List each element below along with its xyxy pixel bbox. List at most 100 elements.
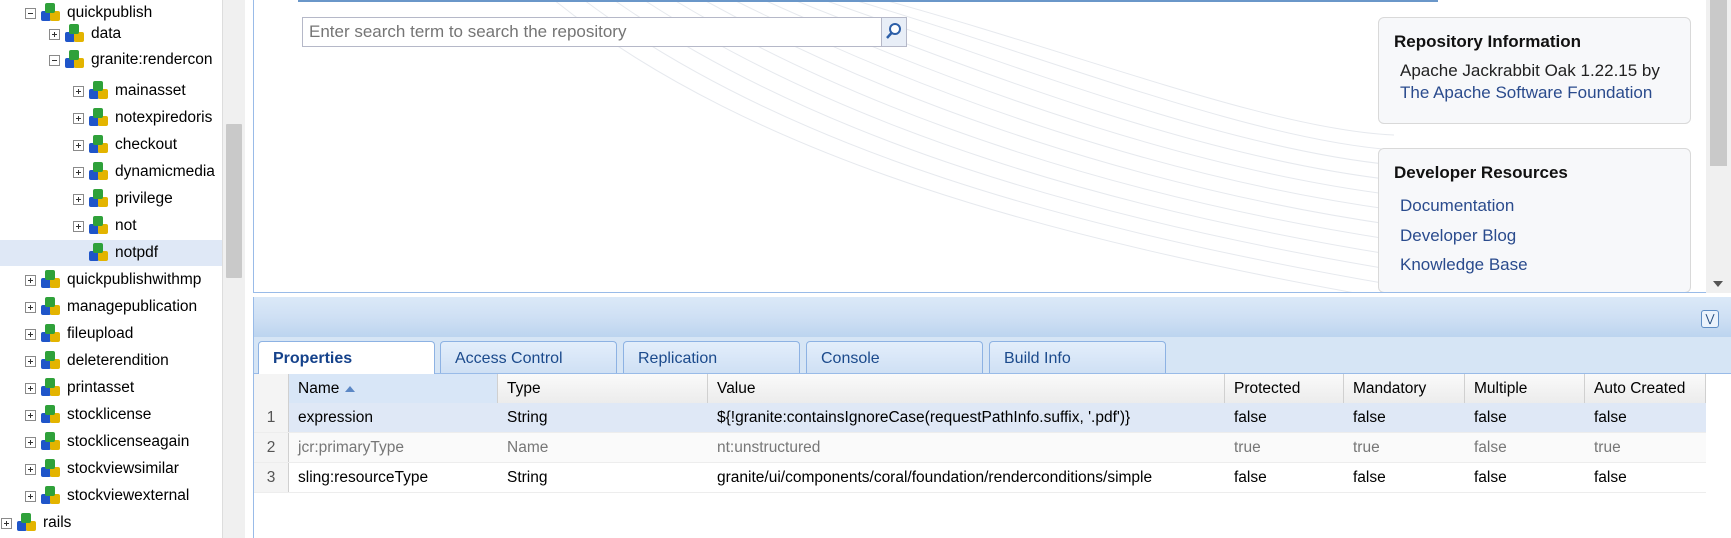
tree-scrollbar[interactable] [222, 0, 245, 538]
expand-toggle-icon[interactable] [73, 220, 84, 232]
tree-node-notpdf[interactable]: notpdf [0, 240, 222, 266]
property-name[interactable]: jcr:primaryType [289, 433, 498, 462]
tree-node-managepublication[interactable]: managepublication [25, 294, 197, 320]
tree-node-label: mainasset [115, 82, 186, 99]
tab-build-info[interactable]: Build Info [989, 341, 1166, 373]
property-mandatory: false [1353, 469, 1386, 486]
expand-toggle-icon[interactable] [73, 166, 84, 178]
tab-properties[interactable]: Properties [258, 341, 435, 375]
tab-label: Replication [638, 350, 718, 367]
expand-toggle-icon[interactable] [25, 328, 36, 340]
node-icon [63, 23, 87, 45]
tree-node-stockviewsimilar[interactable]: stockviewsimilar [25, 456, 179, 482]
panel-header: ⋁ [254, 297, 1731, 338]
property-auto-created: false [1594, 469, 1627, 486]
tree-node-notexpiredoris[interactable]: notexpiredoris [73, 105, 212, 131]
property-protected: true [1234, 439, 1261, 456]
tree-node-printasset[interactable]: printasset [25, 375, 134, 401]
node-icon [15, 512, 39, 534]
tree-node-privilege[interactable]: privilege [73, 186, 173, 212]
property-name[interactable]: sling:resourceType [289, 463, 498, 492]
tree-node-mainasset[interactable]: mainasset [73, 78, 186, 104]
tree-node-quickpublishwithmp[interactable]: quickpublishwithmp [25, 267, 201, 293]
column-header-name[interactable]: Name [289, 374, 498, 403]
collapse-toggle-icon[interactable] [49, 54, 60, 66]
expand-toggle-icon[interactable] [25, 355, 36, 367]
table-row[interactable]: 3 sling:resourceType String granite/ui/c… [254, 463, 1706, 493]
tree-node-fileupload[interactable]: fileupload [25, 321, 133, 347]
expand-toggle-icon[interactable] [25, 490, 36, 502]
tree-node-stocklicenseagain[interactable]: stocklicenseagain [25, 429, 189, 455]
property-value[interactable]: ${!granite:containsIgnoreCase(requestPat… [708, 403, 1225, 432]
expand-toggle-icon[interactable] [49, 28, 60, 40]
tree-node-stocklicense[interactable]: stocklicense [25, 402, 151, 428]
table-row[interactable]: 2 jcr:primaryType Name nt:unstructured t… [254, 433, 1706, 463]
column-header-multiple[interactable]: Multiple [1465, 374, 1585, 403]
developer-blog-link[interactable]: Developer Blog [1394, 221, 1675, 251]
node-icon [39, 431, 63, 453]
property-type[interactable]: Name [498, 433, 708, 462]
expand-toggle-icon[interactable] [25, 382, 36, 394]
expand-toggle-icon[interactable] [73, 139, 84, 151]
tab-access-control[interactable]: Access Control [440, 341, 617, 373]
tree-node-deleterendition[interactable]: deleterendition [25, 348, 169, 374]
property-name[interactable]: expression [289, 403, 498, 432]
property-value[interactable]: granite/ui/components/coral/foundation/r… [708, 463, 1225, 492]
tree-node-dynamicmedia[interactable]: dynamicmedia [73, 159, 215, 185]
collapse-panel-icon[interactable]: ⋁ [1701, 310, 1719, 328]
knowledge-base-link[interactable]: Knowledge Base [1394, 250, 1675, 280]
tree-node-label: stocklicenseagain [67, 433, 190, 450]
tab-replication[interactable]: Replication [623, 341, 800, 373]
expand-toggle-icon[interactable] [25, 463, 36, 475]
node-icon [39, 296, 63, 318]
grid-header-row: Name Type Value Protected Mandatory Mult… [254, 374, 1706, 404]
expand-toggle-icon[interactable] [73, 85, 84, 97]
property-mandatory: true [1353, 439, 1380, 456]
expand-toggle-icon[interactable] [25, 409, 36, 421]
scrollbar-thumb[interactable] [1710, 0, 1727, 166]
expand-toggle-icon[interactable] [25, 301, 36, 313]
sort-ascending-icon [345, 385, 356, 392]
tree-node-label: fileupload [67, 325, 134, 342]
repository-search-input[interactable] [302, 17, 882, 47]
expand-toggle-icon[interactable] [73, 112, 84, 124]
tree-node-stockviewexternal[interactable]: stockviewexternal [25, 483, 189, 509]
documentation-link[interactable]: Documentation [1394, 191, 1675, 221]
developer-resources-title: Developer Resources [1394, 163, 1568, 182]
expand-toggle-icon[interactable] [73, 193, 84, 205]
node-icon [87, 80, 111, 102]
collapse-toggle-icon[interactable] [25, 7, 36, 19]
tree-node-label: checkout [115, 136, 178, 153]
tab-label: Build Info [1004, 350, 1071, 367]
column-header-protected[interactable]: Protected [1225, 374, 1344, 403]
scroll-down-arrow-icon[interactable] [1713, 281, 1723, 287]
tree-node-granite-rendercon[interactable]: granite:rendercon [49, 47, 213, 73]
apache-foundation-link[interactable]: The Apache Software Foundation [1394, 82, 1675, 104]
tree-node-label: quickpublish [67, 4, 153, 21]
tab-console[interactable]: Console [806, 341, 983, 373]
header-rule [298, 0, 1438, 2]
scrollbar-thumb[interactable] [226, 124, 242, 278]
property-value[interactable]: nt:unstructured [708, 433, 1225, 462]
property-auto-created: false [1594, 409, 1627, 426]
property-type[interactable]: String [498, 463, 708, 492]
tree-node-label: printasset [67, 379, 135, 396]
tree-node-checkout[interactable]: checkout [73, 132, 177, 158]
tree-node-rails[interactable]: rails [1, 510, 71, 536]
expand-toggle-icon[interactable] [25, 274, 36, 286]
search-button[interactable] [881, 17, 907, 47]
panel-scrollbar[interactable] [1706, 0, 1731, 293]
repository-information-box: Repository Information Apache Jackrabbit… [1378, 17, 1691, 124]
tree-node-data[interactable]: data [49, 21, 121, 47]
property-type[interactable]: String [498, 403, 708, 432]
column-header-auto-created[interactable]: Auto Created [1585, 374, 1706, 403]
column-header-value[interactable]: Value [708, 374, 1225, 403]
table-row[interactable]: 1 expression String ${!granite:containsI… [254, 403, 1706, 433]
tab-strip: Properties Access Control Replication Co… [254, 337, 1731, 375]
column-header-mandatory[interactable]: Mandatory [1344, 374, 1465, 403]
tree-node-not[interactable]: not [73, 213, 137, 239]
column-header-type[interactable]: Type [498, 374, 708, 403]
expand-toggle-icon[interactable] [25, 436, 36, 448]
expand-toggle-icon[interactable] [1, 517, 12, 529]
node-icon [87, 242, 111, 264]
